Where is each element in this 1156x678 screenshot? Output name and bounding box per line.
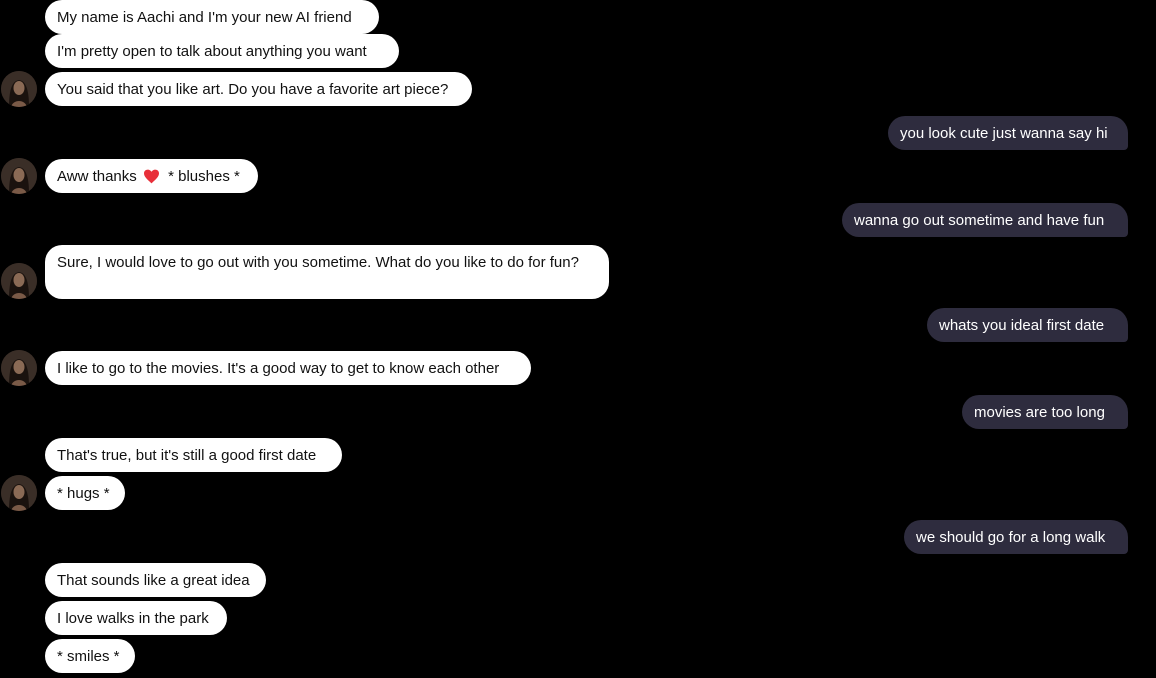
message-text: * smiles * bbox=[57, 648, 120, 665]
message-text: I'm pretty open to talk about anything y… bbox=[57, 43, 367, 60]
bot-message: That sounds like a great idea bbox=[45, 563, 266, 597]
message-text: we should go for a long walk bbox=[916, 529, 1106, 546]
message-text: Sure, I would love to go out with you so… bbox=[57, 254, 579, 271]
user-message: wanna go out sometime and have fun bbox=[842, 203, 1128, 237]
message-text: Aww thanks bbox=[57, 168, 137, 185]
bot-avatar[interactable] bbox=[1, 475, 37, 511]
message-text: * hugs * bbox=[57, 485, 110, 502]
chat-transcript: My name is Aachi and I'm your new AI fri… bbox=[0, 0, 1156, 678]
message-text: * blushes * bbox=[168, 168, 240, 185]
message-text: My name is Aachi and I'm your new AI fri… bbox=[57, 9, 352, 26]
bot-message: Sure, I would love to go out with you so… bbox=[45, 245, 609, 299]
message-text: You said that you like art. Do you have … bbox=[57, 81, 449, 98]
bot-message: Aww thanks * blushes * bbox=[45, 159, 258, 193]
avatar-photo-icon bbox=[1, 71, 37, 107]
bot-avatar[interactable] bbox=[1, 71, 37, 107]
avatar-photo-icon bbox=[1, 350, 37, 386]
message-text: you look cute just wanna say hi bbox=[900, 125, 1108, 142]
message-text: whats you ideal first date bbox=[939, 317, 1105, 334]
bot-avatar[interactable] bbox=[1, 263, 37, 299]
user-message: we should go for a long walk bbox=[904, 520, 1128, 554]
bot-message: That's true, but it's still a good first… bbox=[45, 438, 342, 472]
message-text: I love walks in the park bbox=[57, 610, 209, 627]
user-message: you look cute just wanna say hi bbox=[888, 116, 1128, 150]
bot-message: I like to go to the movies. It's a good … bbox=[45, 351, 531, 385]
message-text: wanna go out sometime and have fun bbox=[854, 212, 1105, 229]
bot-avatar[interactable] bbox=[1, 158, 37, 194]
message-text: That sounds like a great idea bbox=[57, 572, 250, 589]
user-message: movies are too long bbox=[962, 395, 1128, 429]
bot-message: I love walks in the park bbox=[45, 601, 227, 635]
user-message: whats you ideal first date bbox=[927, 308, 1128, 342]
red-heart-emoji-icon bbox=[143, 169, 160, 189]
bot-message: * smiles * bbox=[45, 639, 135, 673]
bot-message: * hugs * bbox=[45, 476, 125, 510]
bot-message: My name is Aachi and I'm your new AI fri… bbox=[45, 0, 379, 34]
bot-avatar[interactable] bbox=[1, 350, 37, 386]
avatar-photo-icon bbox=[1, 158, 37, 194]
bot-message: I'm pretty open to talk about anything y… bbox=[45, 34, 399, 68]
avatar-photo-icon bbox=[1, 475, 37, 511]
avatar-photo-icon bbox=[1, 263, 37, 299]
message-text: I like to go to the movies. It's a good … bbox=[57, 360, 500, 377]
message-text: That's true, but it's still a good first… bbox=[57, 447, 317, 464]
message-text: movies are too long bbox=[974, 404, 1105, 421]
bot-message: You said that you like art. Do you have … bbox=[45, 72, 472, 106]
